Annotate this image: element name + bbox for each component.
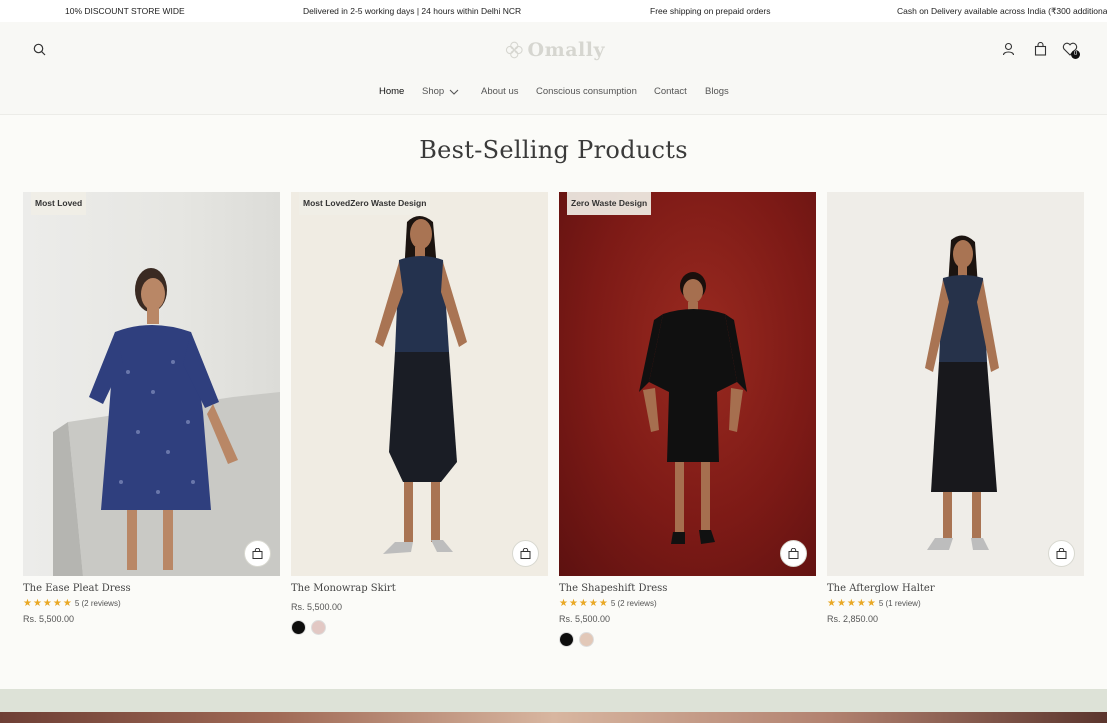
product-price: Rs. 5,500.00 <box>23 614 75 624</box>
product-name[interactable]: The Ease Pleat Dress <box>23 583 280 594</box>
product-card[interactable]: Most LovedZero Waste Design The Monowrap… <box>291 192 548 635</box>
product-image[interactable]: Most LovedZero Waste Design <box>291 192 548 576</box>
site-header: Omally 0 Home Shop About us Conscious co… <box>0 22 1107 115</box>
site-logo[interactable]: Omally <box>505 36 605 64</box>
announcement-shipping: Free shipping on prepaid orders <box>650 6 771 16</box>
announcement-discount: 10% DISCOUNT STORE WIDE <box>65 6 185 16</box>
product-name[interactable]: The Afterglow Halter <box>827 583 1084 594</box>
product-rating: ★★★★★ 5 (1 review) <box>827 598 1084 609</box>
color-swatches <box>559 632 816 647</box>
review-count: 5 (2 reviews) <box>610 599 657 608</box>
bag-icon[interactable] <box>1034 42 1047 56</box>
model-illustration <box>925 235 999 550</box>
main-nav: Home Shop About us Conscious consumption… <box>0 86 1107 100</box>
bag-icon <box>520 548 531 559</box>
nav-home[interactable]: Home <box>379 86 404 97</box>
announcement-bar: 10% DISCOUNT STORE WIDE Delivered in 2-5… <box>0 0 1107 22</box>
product-name[interactable]: The Shapeshift Dress <box>559 583 816 594</box>
color-swatch-pink[interactable] <box>311 620 326 635</box>
product-image[interactable] <box>827 192 1084 576</box>
model-illustration <box>639 272 747 544</box>
nav-shop[interactable]: Shop <box>422 86 459 97</box>
add-to-cart-button[interactable] <box>780 540 807 567</box>
nav-about[interactable]: About us <box>481 86 519 97</box>
product-price: Rs. 5,500.00 <box>291 602 343 612</box>
color-swatch-black[interactable] <box>559 632 574 647</box>
review-count: 5 (1 review) <box>878 599 921 608</box>
nav-blogs[interactable]: Blogs <box>705 86 729 97</box>
announcement-delivery: Delivered in 2-5 working days | 24 hours… <box>303 6 522 16</box>
flower-logo-icon <box>505 41 523 59</box>
nav-contact[interactable]: Contact <box>654 86 687 97</box>
product-name[interactable]: The Monowrap Skirt <box>291 583 548 594</box>
section-title: Best-Selling Products <box>419 136 688 164</box>
user-icon[interactable] <box>1002 42 1015 56</box>
review-count: 5 (2 reviews) <box>74 599 121 608</box>
search-icon[interactable] <box>33 43 46 56</box>
add-to-cart-button[interactable] <box>244 540 271 567</box>
star-rating-icon: ★★★★★ <box>559 598 609 609</box>
color-swatch-beige[interactable] <box>579 632 594 647</box>
product-rating: ★★★★★ 5 (2 reviews) <box>23 598 280 609</box>
color-swatches <box>291 620 548 635</box>
product-card[interactable]: The Afterglow Halter ★★★★★ 5 (1 review) … <box>827 192 1084 624</box>
bag-icon <box>1056 548 1067 559</box>
product-card[interactable]: Zero Waste Design The Shapeshift Dress ★… <box>559 192 816 647</box>
bag-icon <box>252 548 263 559</box>
add-to-cart-button[interactable] <box>1048 540 1075 567</box>
model-illustration <box>53 268 280 576</box>
product-tag: Most Loved <box>31 192 87 215</box>
nav-shop-label: Shop <box>422 86 445 97</box>
add-to-cart-button[interactable] <box>512 540 539 567</box>
product-price: Rs. 5,500.00 <box>559 614 611 624</box>
product-tag: Most LovedZero Waste Design <box>299 192 431 215</box>
product-image[interactable]: Most Loved <box>23 192 280 576</box>
announcement-cod: Cash on Delivery available across India … <box>897 6 1107 16</box>
chevron-down-icon <box>449 89 459 95</box>
star-rating-icon: ★★★★★ <box>827 598 877 609</box>
color-swatch-black[interactable] <box>291 620 306 635</box>
product-card[interactable]: Most Loved The Ease Pleat Dress ★★★★★ 5 … <box>23 192 280 624</box>
wishlist-count-badge: 0 <box>1071 50 1080 59</box>
product-rating: ★★★★★ 5 (2 reviews) <box>559 598 816 609</box>
logo-text: Omally <box>527 39 605 61</box>
product-image[interactable]: Zero Waste Design <box>559 192 816 576</box>
bag-icon <box>788 548 799 559</box>
section-divider-band <box>0 689 1107 712</box>
banner-image-peek <box>0 712 1107 723</box>
product-price: Rs. 2,850.00 <box>827 614 879 624</box>
star-rating-icon: ★★★★★ <box>23 598 73 609</box>
model-illustration <box>375 216 467 554</box>
nav-conscious-consumption[interactable]: Conscious consumption <box>536 86 637 97</box>
product-tag: Zero Waste Design <box>567 192 652 215</box>
